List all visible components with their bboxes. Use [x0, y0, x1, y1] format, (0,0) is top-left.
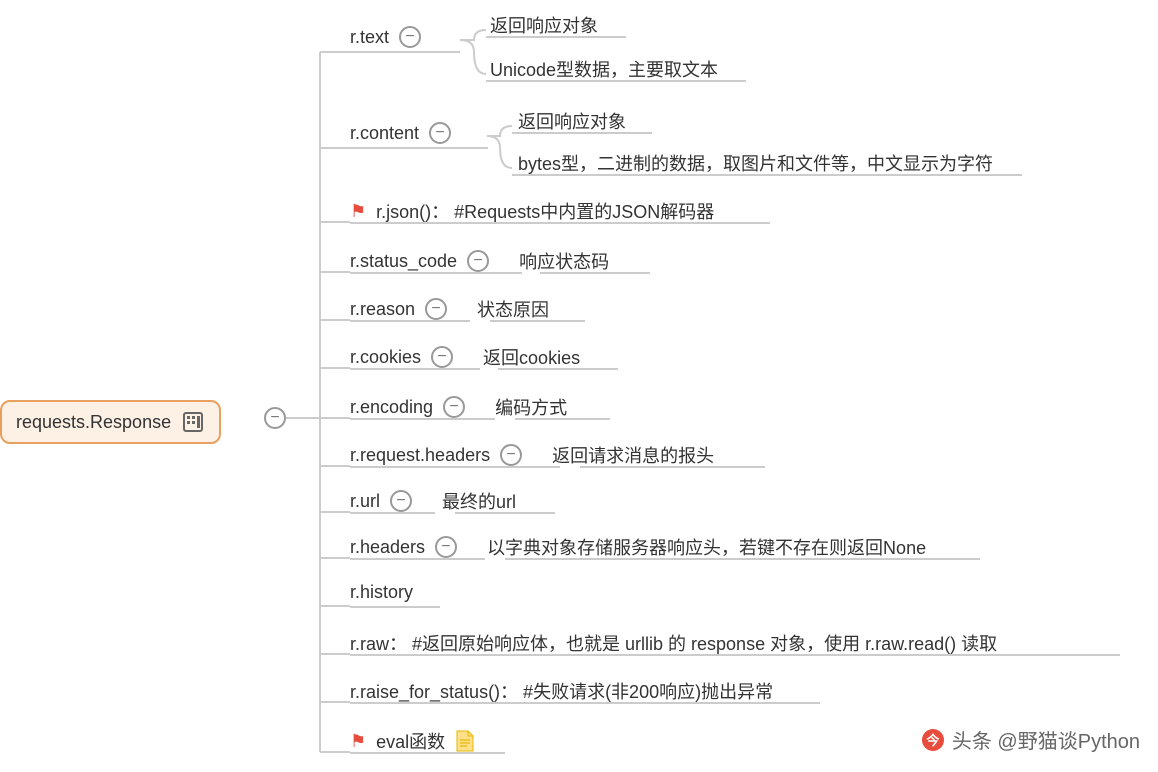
- collapse-root-icon[interactable]: [264, 407, 286, 429]
- subnode-content-1[interactable]: 返回响应对象: [518, 108, 626, 134]
- collapse-icon[interactable]: [431, 346, 453, 368]
- root-label: requests.Response: [16, 412, 171, 433]
- watermark: 今 头条 @野猫谈Python: [922, 725, 1140, 754]
- underline: [515, 418, 610, 420]
- subnode-text-2[interactable]: Unicode型数据，主要取文本: [490, 56, 718, 82]
- underline: [350, 752, 505, 754]
- underline: [350, 466, 560, 468]
- node-r-history[interactable]: r.history: [350, 582, 413, 607]
- underline: [350, 702, 820, 704]
- underline: [505, 558, 980, 560]
- underline: [486, 36, 626, 38]
- underline: [512, 132, 652, 134]
- collapse-icon[interactable]: [425, 298, 447, 320]
- node-r-content[interactable]: r.content: [350, 122, 451, 148]
- flag-icon: ⚑: [350, 732, 366, 750]
- underline: [498, 368, 618, 370]
- underline: [540, 272, 650, 274]
- underline: [350, 222, 770, 224]
- flag-icon: ⚑: [350, 202, 366, 220]
- node-r-text[interactable]: r.text: [350, 26, 421, 52]
- underline: [350, 320, 470, 322]
- root-node[interactable]: requests.Response: [0, 400, 221, 444]
- building-icon: [181, 410, 205, 434]
- underline: [486, 80, 746, 82]
- collapse-icon[interactable]: [467, 250, 489, 272]
- document-icon: [455, 730, 475, 752]
- underline: [350, 654, 1120, 656]
- collapse-icon[interactable]: [500, 444, 522, 466]
- underline: [350, 272, 522, 274]
- underline: [350, 558, 485, 560]
- underline: [350, 512, 435, 514]
- collapse-icon[interactable]: [429, 122, 451, 144]
- underline: [512, 174, 1022, 176]
- collapse-icon[interactable]: [390, 490, 412, 512]
- collapse-icon[interactable]: [399, 26, 421, 48]
- underline: [350, 606, 440, 608]
- underline: [490, 320, 585, 322]
- underline: [350, 368, 480, 370]
- subnode-content-2[interactable]: bytes型，二进制的数据，取图片和文件等，中文显示为字符: [518, 150, 993, 176]
- collapse-icon[interactable]: [443, 396, 465, 418]
- underline: [350, 51, 460, 53]
- underline: [350, 147, 488, 149]
- subnode-text-1[interactable]: 返回响应对象: [490, 12, 598, 38]
- underline: [580, 466, 765, 468]
- underline: [455, 512, 555, 514]
- underline: [350, 418, 495, 420]
- collapse-icon[interactable]: [435, 536, 457, 558]
- watermark-icon: 今: [922, 729, 944, 751]
